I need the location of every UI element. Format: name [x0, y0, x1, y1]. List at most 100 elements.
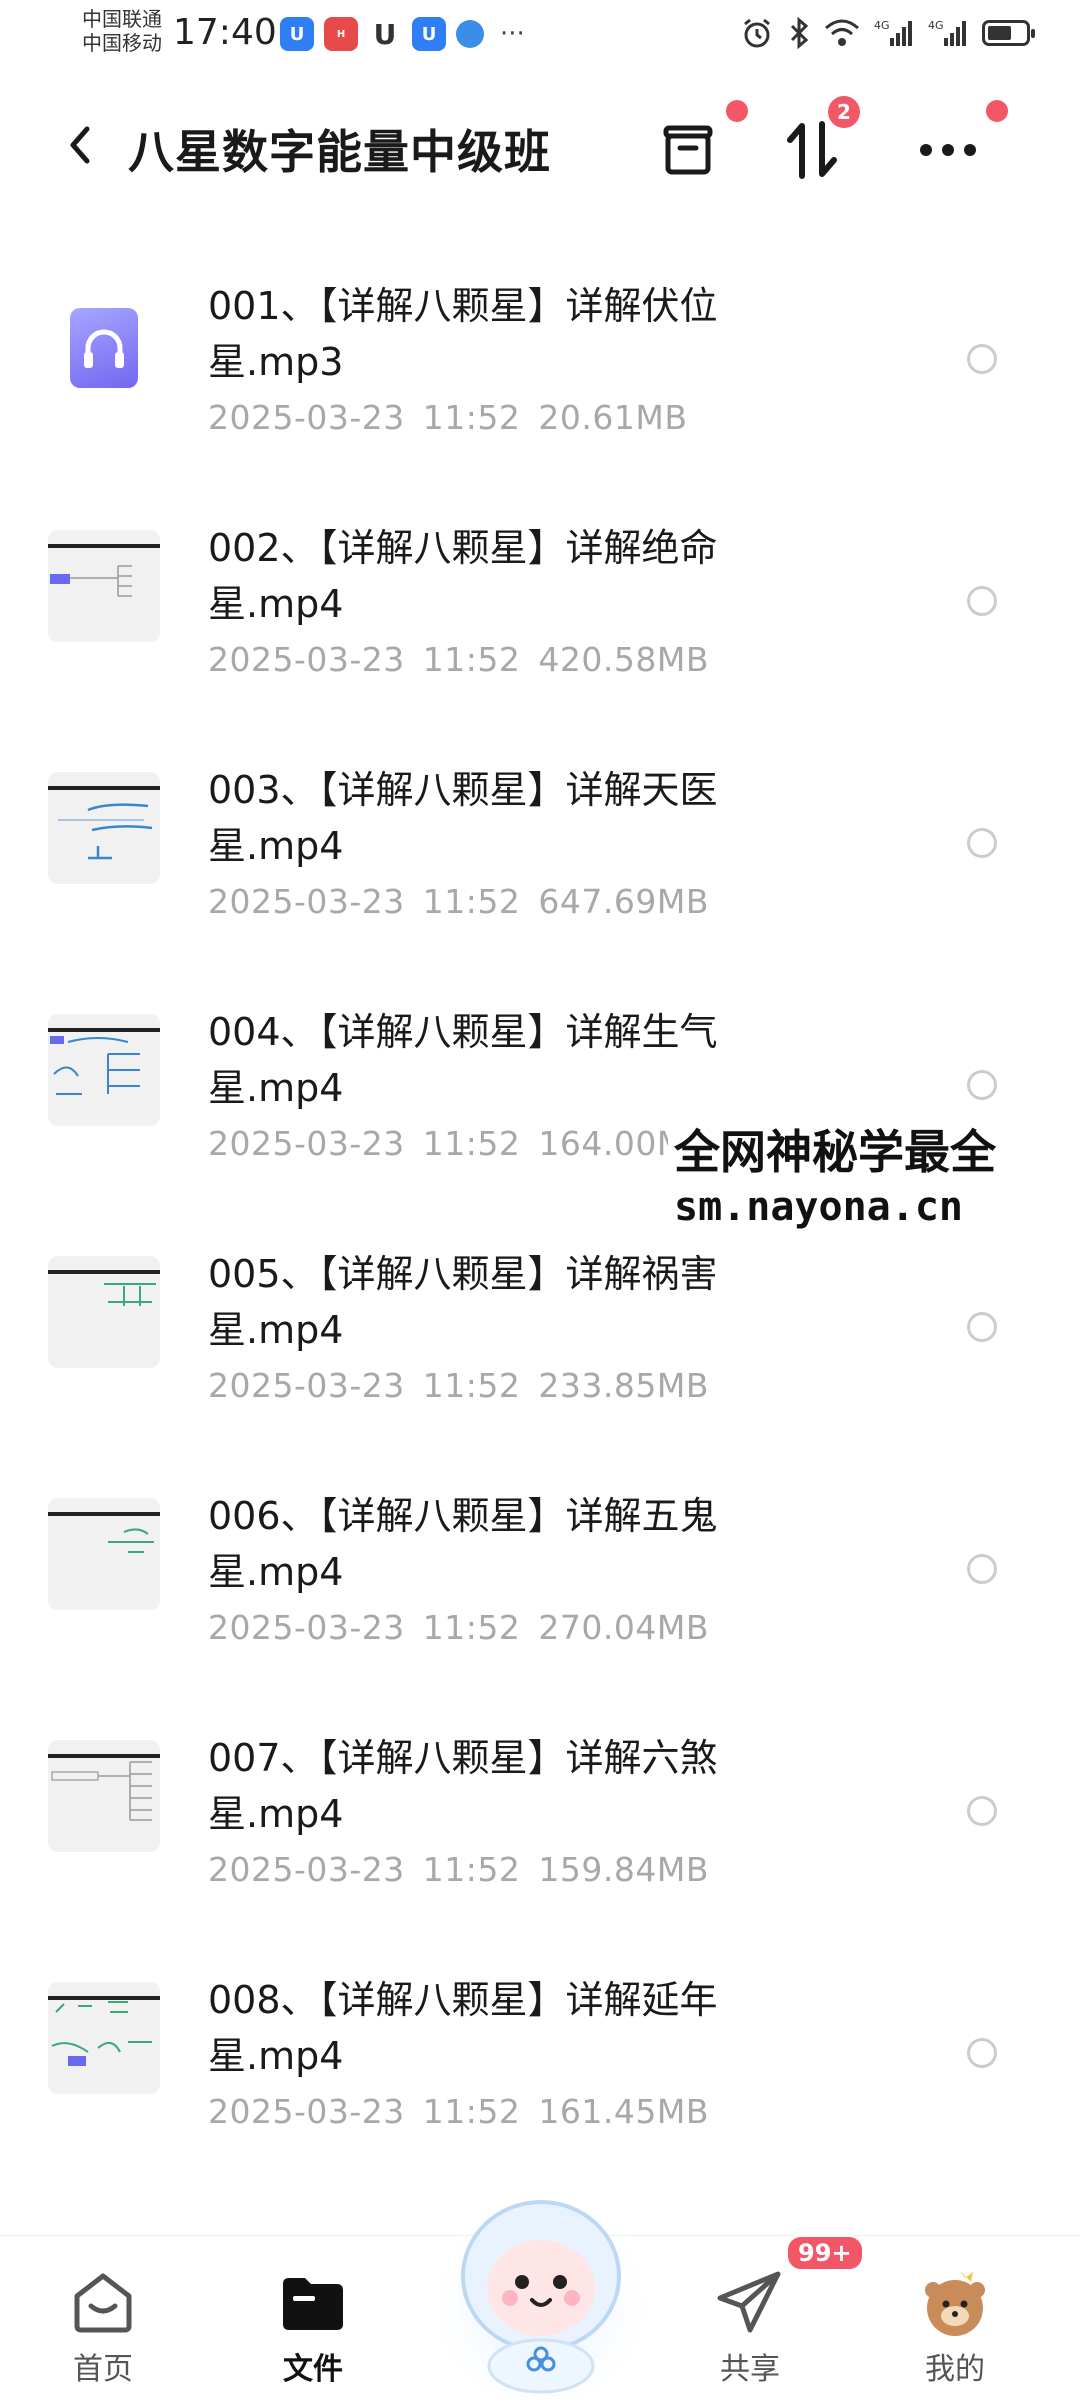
file-date: 2025-03-23 — [208, 640, 405, 679]
file-row[interactable]: 003、【详解八颗星】详解天医星.mp4 2025-03-23 11:52 647.… — [0, 742, 1080, 984]
paper-plane-icon — [714, 2266, 786, 2338]
page-title: 八星数字能量中级班 — [128, 125, 551, 179]
select-radio[interactable] — [967, 1796, 997, 1826]
video-thumbnail — [48, 530, 160, 642]
select-radio[interactable] — [967, 586, 997, 616]
nav-home[interactable]: 首页 — [33, 2266, 173, 2388]
more-options-button[interactable] — [908, 100, 1008, 190]
select-radio[interactable] — [967, 1554, 997, 1584]
file-name: 006、【详解八颗星】详解五鬼星.mp4 — [208, 1494, 718, 1594]
notification-dot — [726, 100, 748, 122]
nav-home-label: 首页 — [73, 2352, 133, 2387]
headphones-icon — [84, 329, 124, 368]
file-meta: 2025-03-23 11:52 420.58MB — [208, 640, 727, 679]
file-name: 008、【详解八颗星】详解延年星.mp4 — [208, 1978, 718, 2078]
file-meta: 2025-03-23 11:52 161.45MB — [208, 2092, 727, 2131]
archive-icon — [663, 125, 713, 175]
browser-notification-icon — [456, 20, 484, 48]
select-radio[interactable] — [967, 344, 997, 374]
file-meta: 2025-03-23 11:52 159.84MB — [208, 1850, 727, 1889]
alarm-icon — [744, 18, 770, 48]
file-name: 003、【详解八颗星】详解天医星.mp4 — [208, 768, 718, 868]
file-date: 2025-03-23 — [208, 1124, 405, 1163]
select-radio[interactable] — [967, 1312, 997, 1342]
file-row[interactable]: 005、【详解八颗星】详解祸害星.mp4 2025-03-23 11:52 233.… — [0, 1226, 1080, 1468]
video-thumbnail — [48, 1014, 160, 1126]
carrier-info: 中国联通 中国移动 — [82, 7, 162, 55]
file-date: 2025-03-23 — [208, 398, 405, 437]
video-thumbnail — [48, 772, 160, 884]
mascot-avatar-icon — [433, 2188, 649, 2404]
nav-mine-label: 我的 — [925, 2352, 985, 2387]
carrier-2: 中国移动 — [82, 31, 162, 55]
video-thumbnail — [48, 1256, 160, 1368]
svg-text:4G: 4G — [928, 19, 944, 32]
video-thumbnail — [48, 1982, 160, 2094]
svg-text:4G: 4G — [874, 19, 890, 32]
select-radio[interactable] — [967, 2038, 997, 2068]
file-meta: 2025-03-23 11:52 270.04MB — [208, 1608, 727, 1647]
more-notifications-icon: ··· — [500, 19, 525, 49]
bluetooth-icon — [790, 16, 809, 50]
huawei-notification-icon: H — [324, 17, 358, 51]
notification-dot — [986, 100, 1008, 122]
wifi-icon — [825, 19, 859, 46]
select-radio[interactable] — [967, 1070, 997, 1100]
carrier-1: 中国联通 — [82, 7, 162, 31]
nav-mine[interactable]: 我的 — [885, 2266, 1025, 2388]
file-time: 11:52 — [422, 640, 521, 679]
file-date: 2025-03-23 — [208, 1608, 405, 1647]
file-row[interactable]: 006、【详解八颗星】详解五鬼星.mp4 2025-03-23 11:52 270.… — [0, 1468, 1080, 1710]
status-time: 17:40 — [173, 12, 277, 53]
nav-files-label: 文件 — [283, 2352, 343, 2387]
file-date: 2025-03-23 — [208, 2092, 405, 2131]
status-bar: 中国联通 中国移动 17:40 U H U U ··· 4G 4G — [0, 0, 1080, 75]
file-size: 159.84MB — [538, 1850, 709, 1889]
file-size: 233.85MB — [538, 1366, 709, 1405]
file-size: 161.45MB — [538, 2092, 709, 2131]
app-notification-icon: U — [412, 17, 446, 51]
file-name: 007、【详解八颗星】详解六煞星.mp4 — [208, 1736, 718, 1836]
select-radio[interactable] — [967, 828, 997, 858]
file-name: 002、【详解八颗星】详解绝命星.mp4 — [208, 526, 718, 626]
battery-icon — [982, 20, 1035, 46]
file-date: 2025-03-23 — [208, 882, 405, 921]
file-row[interactable]: 008、【详解八颗星】详解延年星.mp4 2025-03-23 11:52 161.… — [0, 1952, 1080, 2194]
file-size: 647.69MB — [538, 882, 709, 921]
file-time: 11:52 — [422, 1608, 521, 1647]
system-status-icons: 4G 4G — [740, 16, 1035, 50]
nav-share[interactable]: 共享 — [680, 2266, 820, 2388]
video-thumbnail — [48, 1740, 160, 1852]
transfer-count-badge: 2 — [828, 96, 860, 128]
bottom-nav: 首页 文件 共享 99+ 我的 — [0, 2188, 1080, 2404]
file-time: 11:52 — [422, 882, 521, 921]
file-size: 20.61MB — [538, 398, 688, 437]
file-time: 11:52 — [422, 1850, 521, 1889]
header-bar: 八星数字能量中级班 2 — [0, 90, 1080, 200]
file-time: 11:52 — [422, 2092, 521, 2131]
archive-button[interactable] — [648, 100, 748, 190]
assistant-mascot-button[interactable] — [428, 2176, 654, 2404]
chevron-left-icon — [70, 126, 90, 164]
transfer-button[interactable]: 2 — [772, 96, 860, 190]
file-time: 11:52 — [422, 1366, 521, 1405]
notification-icons: U H U U ··· — [280, 17, 525, 51]
profile-avatar-icon — [919, 2266, 991, 2338]
file-size: 270.04MB — [538, 1608, 709, 1647]
watermark-overlay: 全网神秘学最全 sm.nayona.cn — [668, 1124, 1002, 1234]
file-name: 005、【详解八颗星】详解祸害星.mp4 — [208, 1252, 718, 1352]
file-meta: 2025-03-23 11:52 164.00MB — [208, 1124, 727, 1163]
file-date: 2025-03-23 — [208, 1366, 405, 1405]
more-horizontal-icon — [920, 144, 976, 156]
file-name: 001、【详解八颗星】详解伏位星.mp3 — [208, 284, 718, 384]
audio-file-icon — [70, 308, 138, 388]
file-meta: 2025-03-23 11:52 647.69MB — [208, 882, 727, 921]
file-row[interactable]: 002、【详解八颗星】详解绝命星.mp4 2025-03-23 11:52 420.… — [0, 500, 1080, 742]
file-size: 420.58MB — [538, 640, 709, 679]
app-notification-icon: U — [280, 17, 314, 51]
folder-icon — [277, 2266, 349, 2338]
nav-files[interactable]: 文件 — [243, 2266, 383, 2388]
file-row[interactable]: 007、【详解八颗星】详解六煞星.mp4 2025-03-23 11:52 159.… — [0, 1710, 1080, 1952]
back-button[interactable] — [50, 115, 110, 175]
file-row[interactable]: 001、【详解八颗星】详解伏位星.mp3 2025-03-23 11:52 20.6… — [0, 258, 1080, 500]
